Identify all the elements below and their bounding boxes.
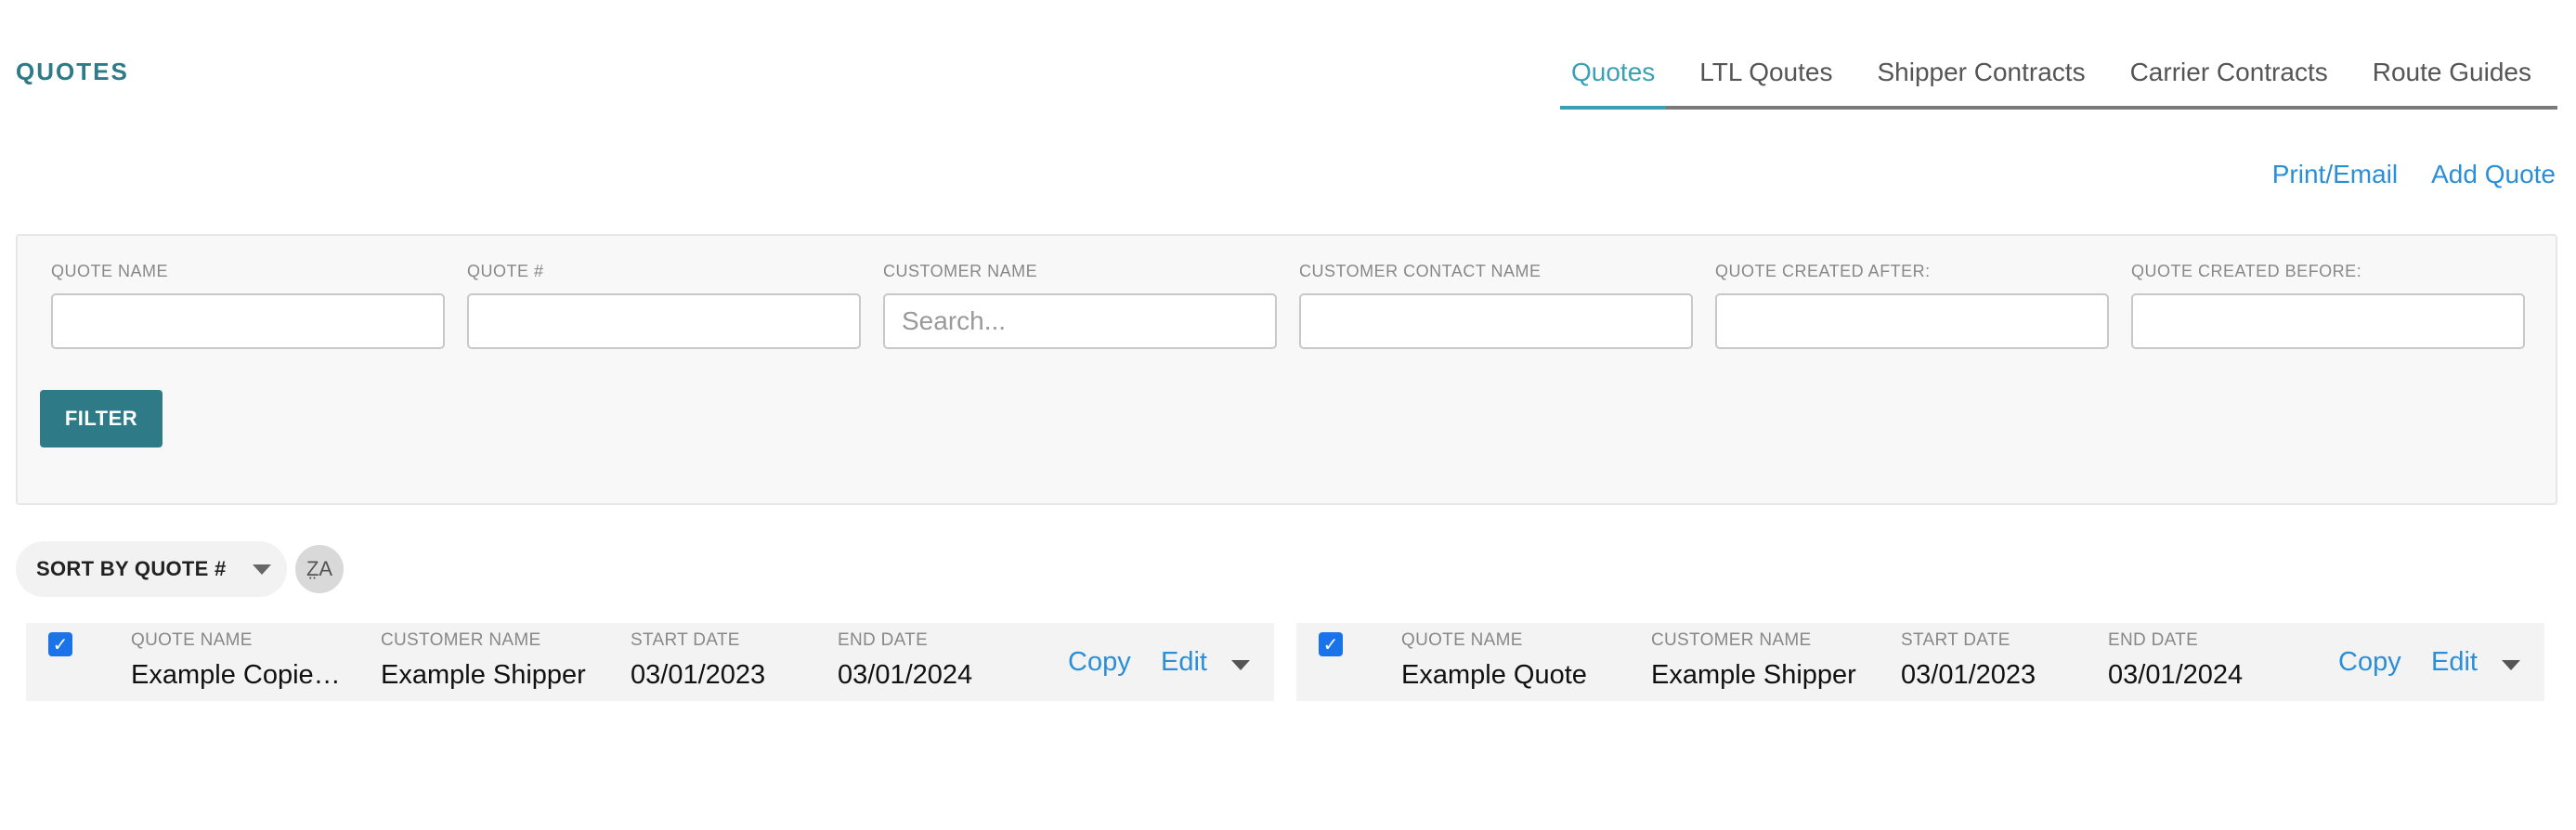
end-date-column: END DATE 03/01/2024 [838, 630, 972, 691]
customer-contact-filter: CUSTOMER CONTACT NAME [1299, 262, 1693, 349]
created-after-filter: QUOTE CREATED AFTER: [1715, 262, 2109, 349]
quote-number-filter: QUOTE # [467, 262, 861, 349]
filter-panel: QUOTE NAME QUOTE # CUSTOMER NAME CUSTOME… [16, 234, 2557, 505]
end-date-value: 03/01/2024 [2108, 660, 2244, 690]
quote-name-label: QUOTE NAME [51, 262, 169, 280]
start-date-value: 03/01/2023 [1901, 660, 2036, 690]
created-after-input[interactable] [1715, 293, 2109, 349]
tab-route-guides[interactable]: Route Guides [2361, 48, 2543, 106]
customer-name-label: CUSTOMER NAME [883, 262, 1038, 280]
created-before-label: QUOTE CREATED BEFORE: [2131, 262, 2362, 280]
customer-name-header: CUSTOMER NAME [1651, 630, 1812, 650]
copy-quote-link[interactable]: Copy [1068, 647, 1131, 678]
tab-shipper-contracts[interactable]: Shipper Contracts [1866, 48, 2096, 106]
tab-ltl-quotes[interactable]: LTL Qoutes [1688, 48, 1843, 106]
customer-name-column: CUSTOMER NAME Example Shipper [381, 630, 586, 691]
quotes-page: QUOTES Quotes LTL Qoutes Shipper Contrac… [0, 0, 2576, 830]
edit-quote-link[interactable]: Edit [2431, 647, 2478, 678]
quote-name-value: Example Quote [1401, 660, 1587, 690]
quote-checkbox[interactable]: ✓ [1319, 632, 1343, 656]
page-actions: Print/Email Add Quote [2272, 160, 2556, 189]
customer-contact-label: CUSTOMER CONTACT NAME [1299, 262, 1542, 280]
created-before-filter: QUOTE CREATED BEFORE: [2131, 262, 2525, 349]
quote-checkbox[interactable]: ✓ [48, 632, 72, 656]
tab-quotes[interactable]: Quotes [1560, 48, 1667, 110]
edit-quote-link[interactable]: Edit [1161, 647, 1207, 678]
sort-az-icon[interactable]: Z̤A [295, 545, 344, 593]
quote-name-column: QUOTE NAME Example Copied Quote [131, 630, 345, 691]
start-date-header: START DATE [1901, 630, 2010, 650]
chevron-down-icon [252, 564, 271, 575]
customer-name-search-input[interactable] [883, 293, 1277, 349]
start-date-column: START DATE 03/01/2023 [1901, 630, 2036, 691]
sort-label: SORT BY QUOTE # [36, 557, 227, 580]
chevron-down-icon[interactable] [1231, 660, 1250, 670]
quote-name-input[interactable] [51, 293, 445, 349]
quote-name-header: QUOTE NAME [131, 630, 253, 650]
add-quote-link[interactable]: Add Quote [2431, 160, 2556, 189]
end-date-column: END DATE 03/01/2024 [2108, 630, 2243, 691]
page-title: QUOTES [16, 58, 129, 85]
quote-number-input[interactable] [467, 293, 861, 349]
end-date-header: END DATE [838, 630, 929, 650]
quote-number-label: QUOTE # [467, 262, 544, 280]
created-after-label: QUOTE CREATED AFTER: [1715, 262, 1931, 280]
customer-name-column: CUSTOMER NAME Example Shipper [1651, 630, 1856, 691]
quote-name-header: QUOTE NAME [1401, 630, 1523, 650]
end-date-value: 03/01/2024 [838, 660, 973, 690]
start-date-column: START DATE 03/01/2023 [631, 630, 765, 691]
customer-name-header: CUSTOMER NAME [381, 630, 541, 650]
start-date-value: 03/01/2023 [631, 660, 766, 690]
tab-carrier-contracts[interactable]: Carrier Contracts [2119, 48, 2339, 106]
customer-name-filter: CUSTOMER NAME [883, 262, 1277, 349]
end-date-header: END DATE [2108, 630, 2199, 650]
copy-quote-link[interactable]: Copy [2338, 647, 2401, 678]
quote-card: ✓ QUOTE NAME Example Copied Quote CUSTOM… [26, 623, 1274, 701]
quote-card: ✓ QUOTE NAME Example Quote CUSTOMER NAME… [1296, 623, 2544, 701]
quote-name-column: QUOTE NAME Example Quote [1401, 630, 1615, 691]
chevron-down-icon[interactable] [2502, 660, 2520, 670]
customer-contact-input[interactable] [1299, 293, 1693, 349]
customer-name-value: Example Shipper [381, 660, 586, 690]
created-before-input[interactable] [2131, 293, 2525, 349]
quote-name-filter: QUOTE NAME [51, 262, 445, 349]
filter-button[interactable]: FILTER [40, 390, 163, 447]
start-date-header: START DATE [631, 630, 740, 650]
customer-name-value: Example Shipper [1651, 660, 1856, 690]
quote-name-value: Example Copied Quote [131, 660, 345, 690]
tab-bar: Quotes LTL Qoutes Shipper Contracts Carr… [1560, 48, 2557, 110]
print-email-link[interactable]: Print/Email [2272, 160, 2398, 189]
sort-dropdown[interactable]: SORT BY QUOTE # [16, 541, 287, 597]
